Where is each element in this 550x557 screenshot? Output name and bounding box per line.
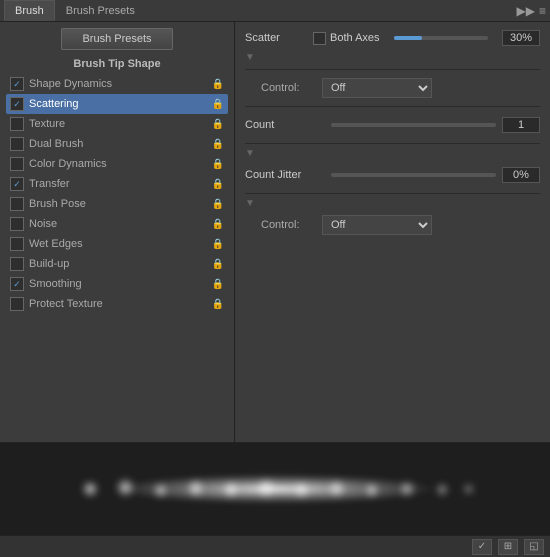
tab-brush[interactable]: Brush [4, 0, 55, 21]
list-item-noise[interactable]: Noise 🔒 [6, 214, 228, 234]
checkbox-transfer[interactable] [10, 177, 24, 191]
scatter-slider[interactable] [394, 36, 488, 40]
checkbox-color-dynamics[interactable] [10, 157, 24, 171]
list-item-color-dynamics[interactable]: Color Dynamics 🔒 [6, 154, 228, 174]
list-item-shape-dynamics[interactable]: Shape Dynamics 🔒 [6, 74, 228, 94]
lock-icon-texture: 🔒 [212, 119, 224, 130]
list-item-build-up[interactable]: Build-up 🔒 [6, 254, 228, 274]
list-item-scattering[interactable]: Scattering 🔒 [6, 94, 228, 114]
list-item-smoothing[interactable]: Smoothing 🔒 [6, 274, 228, 294]
preview-toolbar: ✓ ⊞ ◱ [0, 535, 550, 557]
lock-icon-noise: 🔒 [212, 219, 224, 230]
tab-brush-presets[interactable]: Brush Presets [55, 0, 146, 21]
list-item-texture[interactable]: Texture 🔒 [6, 114, 228, 134]
checkbox-protect-texture[interactable] [10, 297, 24, 311]
control-label-1: Control: [261, 82, 316, 94]
label-scattering: Scattering [29, 98, 212, 110]
triangle-2: ▼ [245, 148, 540, 159]
label-shape-dynamics: Shape Dynamics [29, 78, 212, 90]
bottom-preview: ✓ ⊞ ◱ [0, 442, 550, 557]
count-jitter-slider[interactable] [331, 173, 496, 177]
label-texture: Texture [29, 118, 212, 130]
label-protect-texture: Protect Texture [29, 298, 212, 310]
count-jitter-row: Count Jitter 0% [245, 167, 540, 183]
checkbox-shape-dynamics[interactable] [10, 77, 24, 91]
right-panel: Scatter Both Axes 30% ▼ Control: Off Fad… [235, 22, 550, 442]
lock-icon-smoothing: 🔒 [212, 279, 224, 290]
label-smoothing: Smoothing [29, 278, 212, 290]
list-item-transfer[interactable]: Transfer 🔒 [6, 174, 228, 194]
count-row: Count 1 [245, 117, 540, 133]
lock-icon-dual-brush: 🔒 [212, 139, 224, 150]
count-jitter-value[interactable]: 0% [502, 167, 540, 183]
brush-stroke-preview [35, 469, 515, 509]
preview-tool-checkmark[interactable]: ✓ [472, 539, 492, 555]
count-value[interactable]: 1 [502, 117, 540, 133]
checkbox-brush-pose[interactable] [10, 197, 24, 211]
control-select-1[interactable]: Off Fade Pen Pressure Pen Tilt [322, 78, 432, 98]
label-transfer: Transfer [29, 178, 212, 190]
label-brush-pose: Brush Pose [29, 198, 212, 210]
control-row-1: Control: Off Fade Pen Pressure Pen Tilt [245, 78, 540, 98]
lock-icon-scattering: 🔒 [212, 99, 224, 110]
both-axes-container[interactable]: Both Axes [313, 32, 380, 45]
brush-presets-button[interactable]: Brush Presets [61, 28, 172, 50]
control-select-2[interactable]: Off Fade Pen Pressure Pen Tilt [322, 215, 432, 235]
both-axes-checkbox[interactable] [313, 32, 326, 45]
list-item-protect-texture[interactable]: Protect Texture 🔒 [6, 294, 228, 314]
label-build-up: Build-up [29, 258, 212, 270]
lock-icon-protect-texture: 🔒 [212, 299, 224, 310]
list-item-wet-edges[interactable]: Wet Edges 🔒 [6, 234, 228, 254]
label-color-dynamics: Color Dynamics [29, 158, 212, 170]
scatter-slider-fill [394, 36, 422, 40]
divider-4 [245, 193, 540, 194]
left-panel: Brush Presets Brush Tip Shape Shape Dyna… [0, 22, 235, 442]
control-label-2: Control: [261, 219, 316, 231]
lock-icon-color-dynamics: 🔒 [212, 159, 224, 170]
checkbox-scattering[interactable] [10, 97, 24, 111]
lock-icon-wet-edges: 🔒 [212, 239, 224, 250]
count-slider[interactable] [331, 123, 496, 127]
label-wet-edges: Wet Edges [29, 238, 212, 250]
list-item-brush-pose[interactable]: Brush Pose 🔒 [6, 194, 228, 214]
preview-tool-expand[interactable]: ◱ [524, 539, 544, 555]
checkbox-dual-brush[interactable] [10, 137, 24, 151]
preview-canvas [0, 443, 550, 535]
count-jitter-label: Count Jitter [245, 169, 325, 181]
scatter-label: Scatter [245, 32, 295, 44]
checkbox-texture[interactable] [10, 117, 24, 131]
list-item-dual-brush[interactable]: Dual Brush 🔒 [6, 134, 228, 154]
checkbox-wet-edges[interactable] [10, 237, 24, 251]
expand-icon[interactable]: ▶▶ [517, 4, 535, 18]
preview-tool-grid[interactable]: ⊞ [498, 539, 518, 555]
tab-icons: ▶▶ ≡ [517, 4, 546, 18]
checkbox-build-up[interactable] [10, 257, 24, 271]
divider-2 [245, 106, 540, 107]
divider-3 [245, 143, 540, 144]
label-noise: Noise [29, 218, 212, 230]
lock-icon-transfer: 🔒 [212, 179, 224, 190]
control-row-2: Control: Off Fade Pen Pressure Pen Tilt [245, 215, 540, 235]
scatter-row: Scatter Both Axes 30% [245, 30, 540, 46]
lock-icon-build-up: 🔒 [212, 259, 224, 270]
divider-1 [245, 69, 540, 70]
triangle-1: ▼ [245, 52, 540, 63]
triangle-3: ▼ [245, 198, 540, 209]
label-dual-brush: Dual Brush [29, 138, 212, 150]
scatter-value[interactable]: 30% [502, 30, 540, 46]
checkbox-smoothing[interactable] [10, 277, 24, 291]
tab-bar: Brush Brush Presets ▶▶ ≡ [0, 0, 550, 22]
count-label: Count [245, 119, 325, 131]
brush-list: Shape Dynamics 🔒 Scattering 🔒 Texture 🔒 … [0, 74, 234, 314]
brush-tip-shape-title: Brush Tip Shape [73, 58, 160, 70]
lock-icon-shape-dynamics: 🔒 [212, 79, 224, 90]
lock-icon-brush-pose: 🔒 [212, 199, 224, 210]
checkbox-noise[interactable] [10, 217, 24, 231]
main-area: Brush Presets Brush Tip Shape Shape Dyna… [0, 22, 550, 442]
menu-icon[interactable]: ≡ [539, 4, 546, 18]
both-axes-label: Both Axes [330, 32, 380, 44]
